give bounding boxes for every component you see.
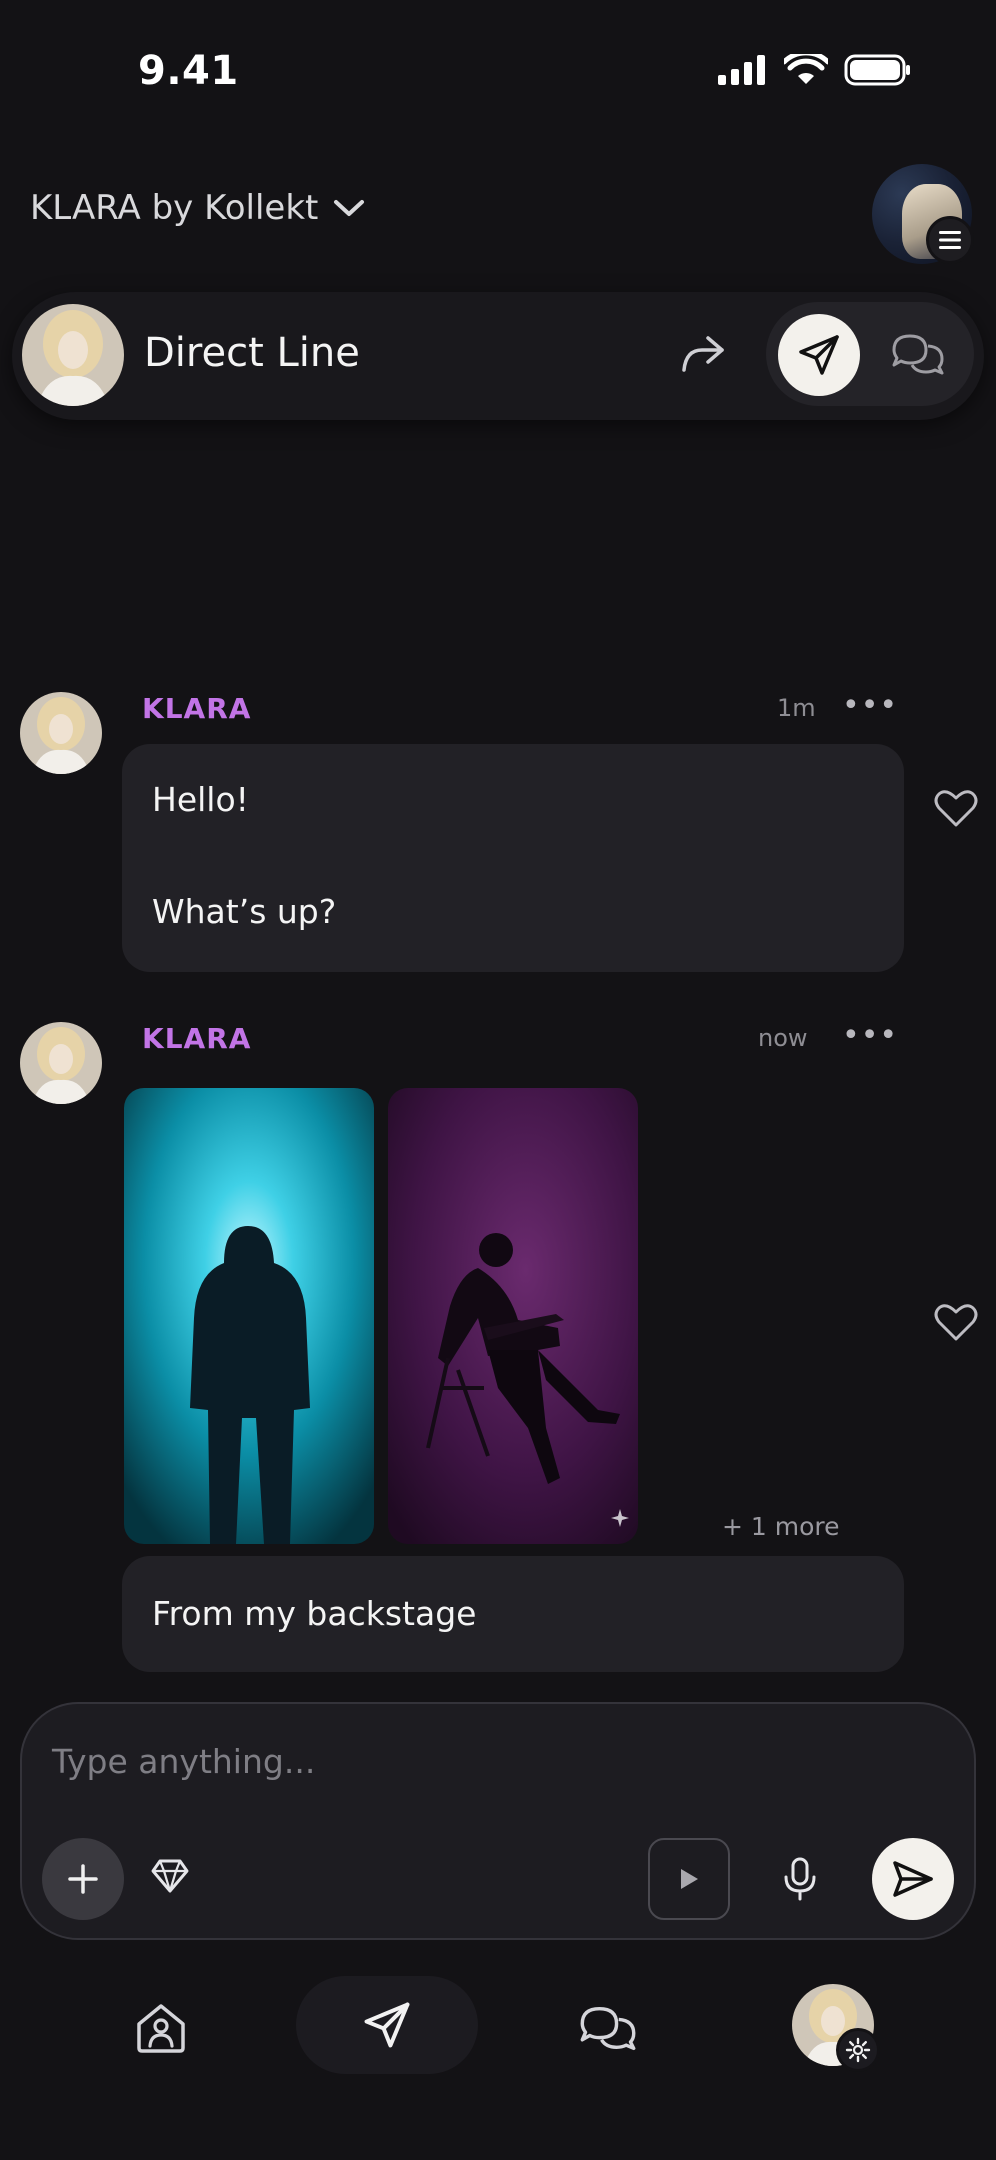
nav-profile[interactable]: [792, 1984, 880, 2072]
wifi-icon: [784, 54, 828, 84]
message-time: 1m: [777, 694, 816, 722]
direct-mode-button[interactable]: [778, 314, 860, 396]
app-title-dropdown[interactable]: KLARA by Kollekt: [30, 188, 366, 228]
heart-icon[interactable]: [934, 788, 978, 828]
message-sender: KLARA: [142, 1022, 252, 1055]
message-line: Hello!: [152, 780, 249, 819]
paper-plane-icon: [799, 335, 839, 375]
add-attachment-button[interactable]: [42, 1838, 124, 1920]
status-icons: [718, 54, 912, 86]
send-button[interactable]: [872, 1838, 954, 1920]
play-icon: [681, 1869, 698, 1889]
send-icon: [893, 1861, 933, 1897]
microphone-icon[interactable]: [782, 1856, 818, 1902]
direct-line-title: Direct Line: [144, 330, 360, 376]
message-caption: From my backstage: [152, 1594, 477, 1633]
photo-guitarist[interactable]: [388, 1088, 638, 1544]
plus-icon: [68, 1864, 98, 1894]
signal-icon: [718, 55, 765, 85]
message-time: now: [758, 1024, 808, 1052]
home-icon[interactable]: [134, 2002, 188, 2054]
gear-icon[interactable]: [836, 2028, 880, 2072]
status-time: 9.41: [138, 48, 239, 94]
app-title: KLARA by Kollekt: [30, 188, 319, 228]
message-avatar[interactable]: [20, 692, 102, 774]
share-icon[interactable]: [680, 334, 726, 374]
chat-bubbles-icon[interactable]: [890, 332, 946, 376]
artist-avatar[interactable]: [22, 304, 124, 406]
chevron-down-icon: [334, 200, 365, 216]
profile-avatar[interactable]: [872, 164, 974, 264]
paper-plane-icon: [364, 2002, 410, 2048]
photo-hooded-figure[interactable]: [124, 1088, 374, 1544]
battery-icon: [844, 54, 910, 86]
heart-icon[interactable]: [934, 1302, 978, 1342]
message-sender: KLARA: [142, 692, 252, 725]
more-options-button[interactable]: •••: [842, 1018, 898, 1053]
message-bubble: Hello! What’s up?: [122, 744, 904, 972]
menu-icon[interactable]: [926, 216, 974, 264]
sparkle-icon: [611, 1509, 629, 1527]
message-bubble: From my backstage: [122, 1556, 904, 1672]
nav-direct-line[interactable]: [296, 1976, 478, 2074]
message-avatar[interactable]: [20, 1022, 102, 1104]
more-photos-link[interactable]: + 1 more: [722, 1512, 840, 1541]
media-button[interactable]: [648, 1838, 730, 1920]
diamond-icon[interactable]: [150, 1858, 190, 1894]
message-line: What’s up?: [152, 892, 337, 931]
message-input[interactable]: Type anything...: [52, 1742, 315, 1781]
chat-bubbles-icon[interactable]: [578, 2004, 638, 2052]
more-options-button[interactable]: •••: [842, 688, 898, 723]
message-composer[interactable]: [20, 1702, 976, 1940]
